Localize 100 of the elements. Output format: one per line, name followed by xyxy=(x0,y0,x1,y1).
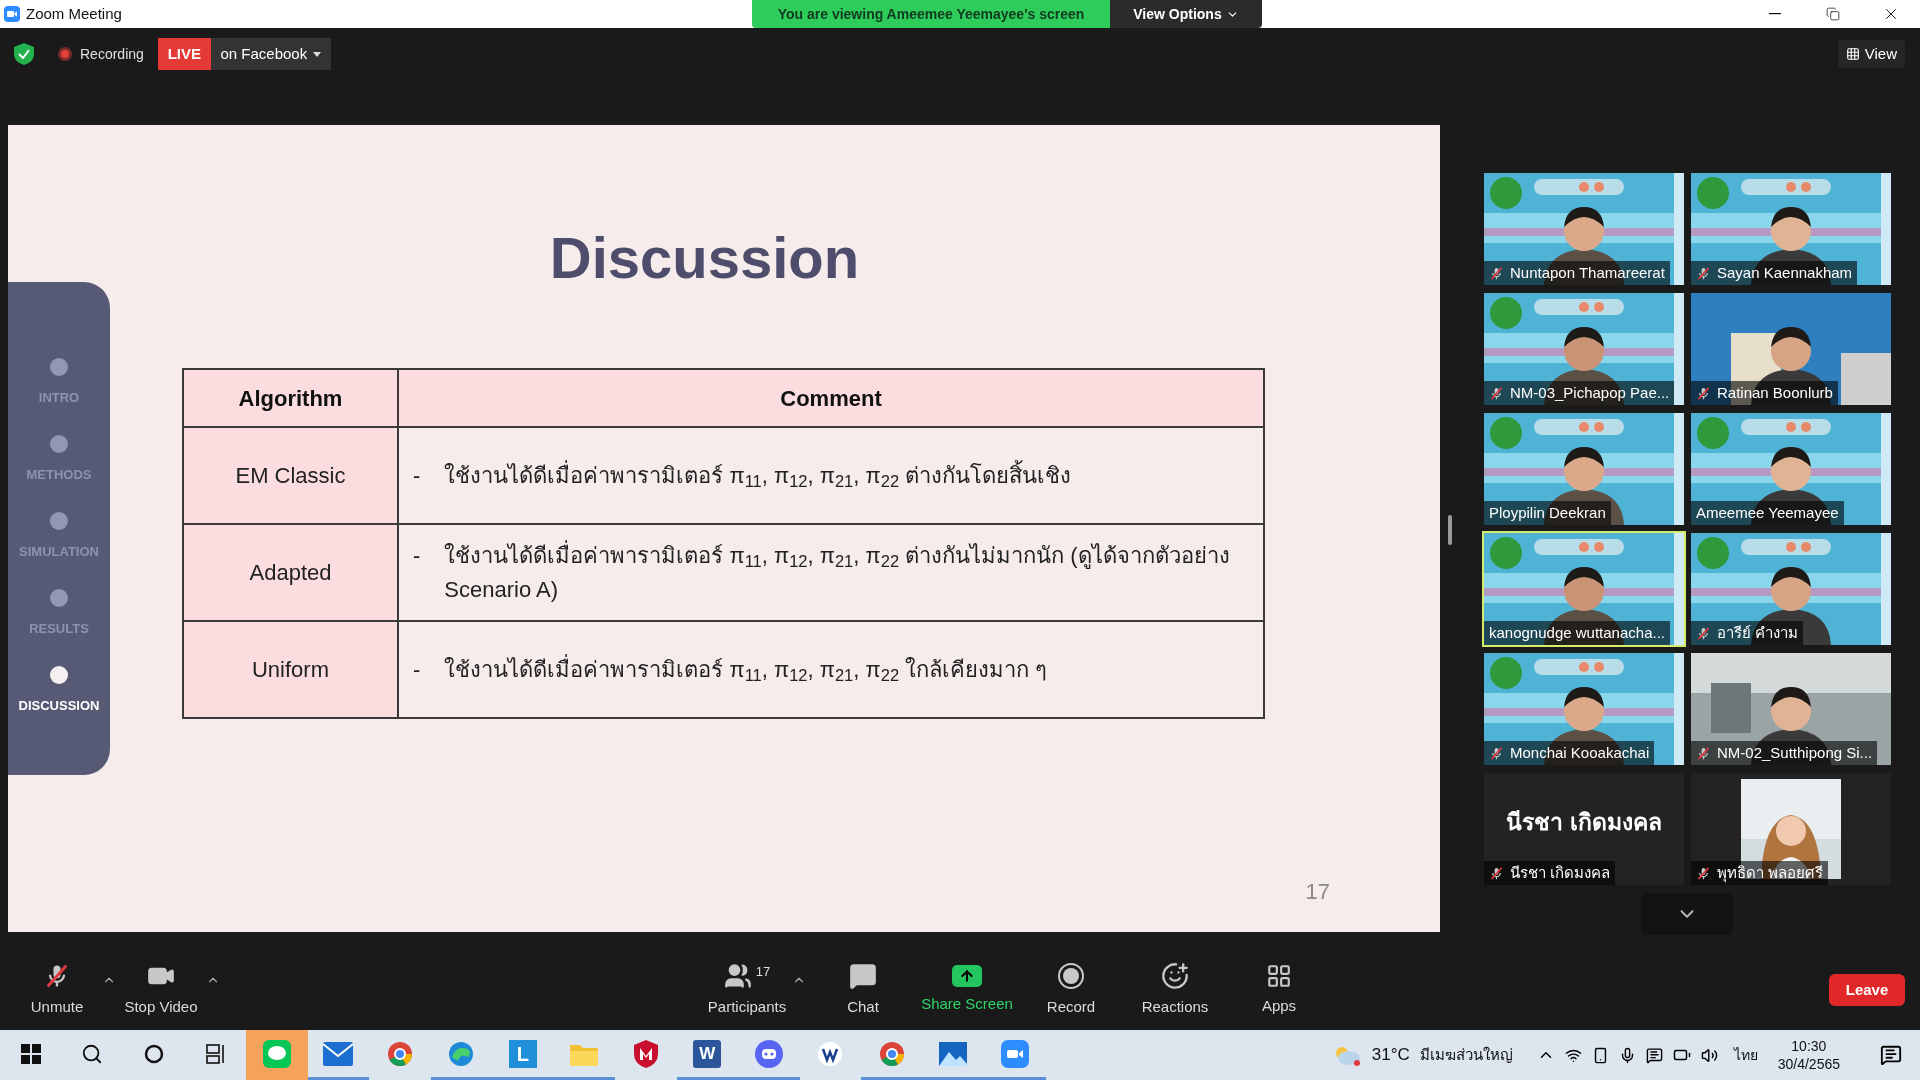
shield-check-icon[interactable] xyxy=(14,43,34,65)
video-tile[interactable]: พุทธิดา พลอยศรี xyxy=(1691,773,1891,885)
participant-name: NM-03_Pichapop Pae... xyxy=(1510,382,1670,403)
viewing-banner: You are viewing Ameemee Yeemayee's screen xyxy=(752,0,1110,28)
video-tile[interactable]: อารีย์ คำงาม xyxy=(1691,533,1891,645)
share-button[interactable]: Share Screen xyxy=(922,958,1012,1022)
participant-name: Nuntapon Thamareerat xyxy=(1510,262,1665,283)
unmute-button[interactable]: Unmute xyxy=(12,958,102,1022)
search-icon[interactable] xyxy=(81,1042,104,1065)
participant-name: NM-02_Sutthipong Si... xyxy=(1717,742,1873,763)
chat-button[interactable]: Chat xyxy=(818,958,908,1022)
participant-name: นีรชา เกิดมงคล xyxy=(1510,862,1611,883)
mail-icon[interactable] xyxy=(323,1041,354,1066)
shield-icon[interactable] xyxy=(633,1039,658,1068)
video-button[interactable]: Stop Video xyxy=(116,958,206,1022)
muted-mic-icon xyxy=(1696,385,1711,401)
video-tile[interactable]: NM-03_Pichapop Pae... xyxy=(1484,293,1684,405)
participants-button[interactable]: 17 Participants xyxy=(702,958,792,1022)
video-tile[interactable]: kanognudge wuttanacha... xyxy=(1484,533,1684,645)
ring-icon[interactable] xyxy=(142,1042,165,1065)
view-options-button[interactable]: View Options xyxy=(1110,0,1262,28)
participant-name: Monchai Kooakachai xyxy=(1510,742,1650,763)
muted-mic-icon xyxy=(1696,265,1711,281)
record-button[interactable]: Record xyxy=(1026,958,1116,1022)
participant-name: พุทธิดา พลอยศรี xyxy=(1717,862,1824,885)
splitter-handle[interactable] xyxy=(1448,515,1452,545)
comment-text: ใช้งานได้ดีเมื่อค่าพารามิเตอร์ π$_{11}$, π$_{12}$, π$_{21}$, π$_{22}$ ต่างกันโดยสิ้นเชิง xyxy=(444,459,1072,492)
slide-title: Discussion xyxy=(549,226,860,290)
nav-label: RESULTS xyxy=(29,621,89,637)
time: 10:30 xyxy=(1791,1037,1827,1055)
task-view-icon[interactable] xyxy=(204,1042,227,1065)
leave-button[interactable]: Leave xyxy=(1829,974,1905,1006)
record-icon xyxy=(1057,961,1085,990)
video-tile[interactable]: Ratinan Boonlurb xyxy=(1691,293,1891,405)
table-cell: Uniform xyxy=(183,621,398,718)
muted-mic-icon xyxy=(1696,745,1711,761)
apps-button[interactable]: Apps xyxy=(1234,958,1324,1022)
browser-swirl-icon[interactable] xyxy=(448,1040,475,1067)
windows-logo-icon[interactable] xyxy=(20,1043,41,1064)
video-tile[interactable]: NM-02_Sutthipong Si... xyxy=(1691,653,1891,765)
comment-text: ใช้งานได้ดีเมื่อค่าพารามิเตอร์ π$_{11}$, π$_{12}$, π$_{21}$, π$_{22}$ ใกล้เคียงมาก ๆ xyxy=(444,653,1048,686)
game-controller-icon[interactable] xyxy=(754,1039,783,1068)
photos-icon[interactable] xyxy=(939,1041,968,1066)
video-tile[interactable]: Nuntapon Thamareerat xyxy=(1484,173,1684,285)
bullet-dash: - xyxy=(413,541,421,570)
app-icon[interactable]: L xyxy=(508,1039,537,1068)
display-name: นีรชา เกิดมงคล xyxy=(1506,807,1662,837)
nav-label: INTRO xyxy=(38,390,80,406)
nav-label: DISCUSSION xyxy=(18,698,100,714)
participant-name: Sayan Kaennakham xyxy=(1717,262,1853,283)
nav-label: SIMULATION xyxy=(19,544,99,560)
caret-icon xyxy=(313,51,322,57)
date: 30/4/2565 xyxy=(1777,1055,1840,1073)
video-tile[interactable]: Ameemee Yeemayee xyxy=(1691,413,1891,525)
video-tile[interactable]: นีรชา เกิดมงคล นีรชา เกิดมงคล xyxy=(1484,773,1684,885)
grid-icon xyxy=(1845,47,1860,61)
reactions-button[interactable]: Reactions xyxy=(1130,958,1220,1022)
taskbar-slot[interactable]: L xyxy=(492,1030,554,1080)
participant-name: kanognudge wuttanacha... xyxy=(1489,622,1665,643)
live-badge: LIVE xyxy=(157,38,211,70)
camera-logo-icon xyxy=(4,6,20,22)
muted-mic-icon xyxy=(1696,865,1711,881)
view-button[interactable]: View xyxy=(1837,40,1905,68)
live-target-dropdown[interactable]: on Facebook xyxy=(210,38,331,70)
speaker-icon[interactable] xyxy=(1700,1046,1718,1064)
pen-app-icon[interactable] xyxy=(817,1040,844,1067)
column-header: Comment xyxy=(398,369,1264,427)
clock[interactable]: 10:30 30/4/2565 xyxy=(1777,1037,1840,1073)
video-tile[interactable]: Monchai Kooakachai xyxy=(1484,653,1684,765)
window-title: Zoom Meeting xyxy=(26,3,122,24)
video-tile[interactable]: Ploypilin Deekran xyxy=(1484,413,1684,525)
people-icon xyxy=(723,961,752,990)
muted-mic-icon xyxy=(1489,385,1504,401)
nav-label: METHODS xyxy=(26,467,92,483)
muted-mic-icon xyxy=(1696,625,1711,641)
taskbar-slot[interactable]: W xyxy=(676,1030,738,1080)
participant-name: Ameemee Yeemayee xyxy=(1696,502,1839,523)
recording-status: Recording xyxy=(80,44,144,64)
bullet-dash: - xyxy=(413,655,421,684)
restore-icon xyxy=(1826,7,1840,21)
muted-mic-icon xyxy=(1489,265,1504,281)
word-app-icon[interactable]: W xyxy=(693,1039,722,1068)
chat-bubble-icon xyxy=(849,961,877,990)
bullet-dash: - xyxy=(413,461,421,490)
comment-text: ใช้งานได้ดีเมื่อค่าพารามิเตอร์ π$_{11}$, π$_{12}$, π$_{21}$, π$_{22}$ ต่างกันไม่มากนัก (ดูได้จากตัวอย่าง Scenario A) xyxy=(444,539,1231,604)
browser-icon[interactable] xyxy=(878,1040,905,1067)
table-cell: EM Classic xyxy=(183,427,398,524)
muted-mic-icon xyxy=(1489,865,1504,881)
input-language[interactable]: ไทย xyxy=(1733,1044,1758,1066)
participant-count: 17 xyxy=(755,962,771,981)
browser-icon[interactable] xyxy=(386,1040,413,1067)
video-camera-app-icon[interactable] xyxy=(1000,1039,1029,1068)
participant-name: อารีย์ คำงาม xyxy=(1717,622,1799,643)
participant-name: Ratinan Boonlurb xyxy=(1717,382,1833,403)
message-icon[interactable] xyxy=(1645,1046,1663,1064)
temperature: 31°C xyxy=(1371,1044,1410,1067)
minimize-icon xyxy=(1769,13,1781,15)
muted-mic-icon xyxy=(1489,745,1504,761)
video-tile[interactable]: Sayan Kaennakham xyxy=(1691,173,1891,285)
notifications-icon[interactable] xyxy=(1880,1044,1902,1066)
